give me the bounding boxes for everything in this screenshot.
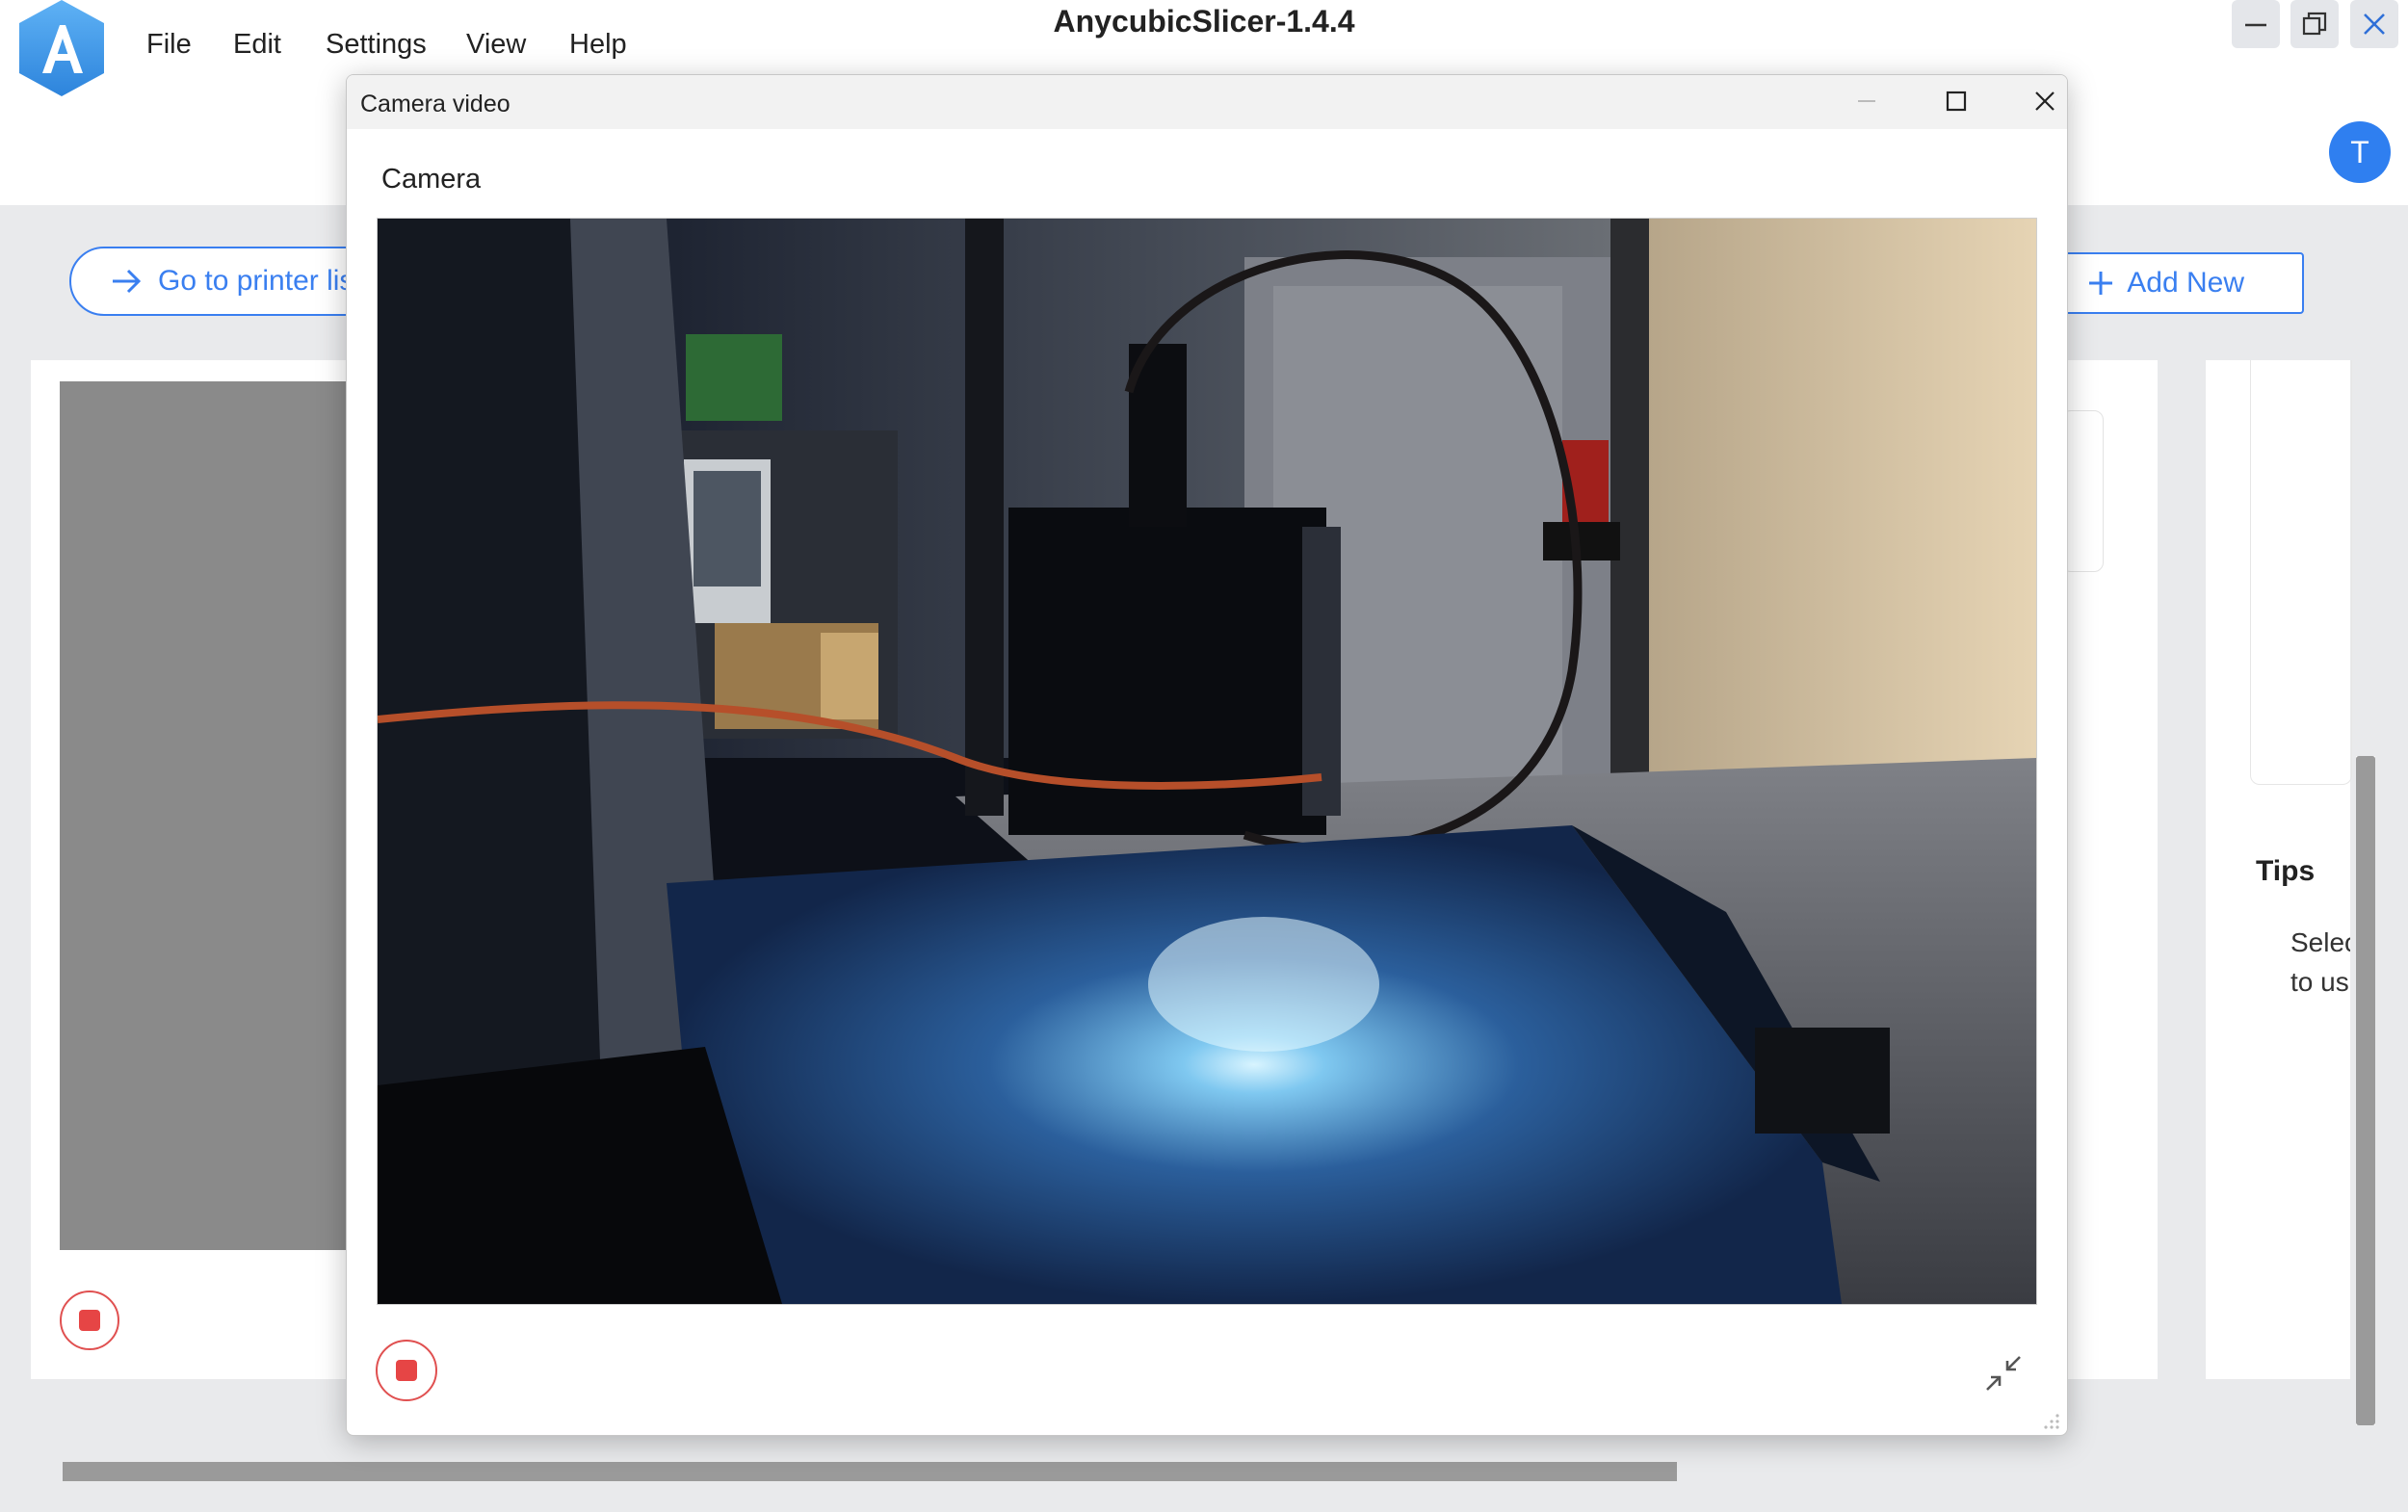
dialog-close-button[interactable] (2021, 79, 2067, 123)
add-new-label: Add New (2127, 267, 2244, 299)
tips-line-1: Selec (2290, 927, 2350, 957)
close-icon (2364, 13, 2385, 35)
card-stop-button[interactable] (60, 1290, 119, 1350)
arrow-right-icon (113, 269, 142, 294)
dialog-maximize-button[interactable] (1932, 79, 1980, 123)
app-restore-button[interactable] (2290, 0, 2339, 48)
restore-icon (2302, 12, 2327, 36)
minimize-icon (1858, 100, 1875, 102)
tips-panel-frame (2250, 360, 2352, 785)
horizontal-scrollbar-thumb[interactable] (63, 1462, 1677, 1481)
app-close-button[interactable] (2350, 0, 2398, 48)
go-to-printer-list-label: Go to printer lis (158, 265, 354, 297)
app-minimize-button[interactable] (2232, 0, 2280, 48)
camera-video-dialog: Camera video Camera (346, 74, 2068, 1436)
dialog-title-bar[interactable] (347, 75, 2067, 129)
stop-icon (396, 1360, 417, 1381)
close-icon (2035, 91, 2055, 111)
tips-title: Tips (2256, 855, 2316, 887)
dialog-title: Camera video (360, 91, 510, 117)
plus-icon (2089, 272, 2113, 295)
tips-line-2: to us (2290, 967, 2349, 997)
user-avatar[interactable]: T (2329, 121, 2391, 183)
camera-frame-image (378, 219, 2036, 1304)
maximize-icon (1946, 91, 1967, 112)
shrink-icon (1986, 1356, 2021, 1391)
tips-text: Selec to us (2290, 923, 2350, 1002)
go-to-printer-list-button[interactable]: Go to printer lis (69, 247, 387, 316)
camera-section-label: Camera (381, 164, 482, 195)
stop-icon (79, 1310, 100, 1331)
vertical-scrollbar-thumb[interactable] (2356, 756, 2375, 1425)
camera-stop-button[interactable] (376, 1340, 437, 1401)
resize-grip-icon[interactable] (2040, 1410, 2061, 1431)
exit-fullscreen-button[interactable] (1981, 1351, 2026, 1395)
dialog-minimize-button[interactable] (1843, 79, 1891, 123)
printer-preview-area (60, 381, 368, 1250)
add-new-button[interactable]: Add New (2052, 252, 2304, 314)
camera-video-feed (377, 218, 2037, 1305)
minimize-icon (2245, 23, 2266, 27)
app-title: AnycubicSlicer-1.4.4 (1053, 4, 1355, 39)
